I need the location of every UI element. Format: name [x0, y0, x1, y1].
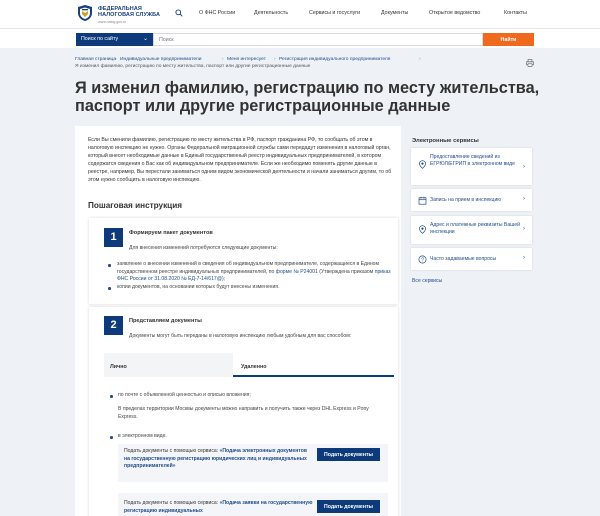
- steps-heading: Пошаговая инструкция: [88, 201, 183, 210]
- bullet-icon: [108, 287, 111, 290]
- nav-activity[interactable]: Деятельность: [254, 10, 288, 16]
- chevron-right-icon: ›: [274, 57, 276, 62]
- step-1-item-2: копии документов, на основании которых б…: [117, 284, 280, 290]
- service-1-text: Подать документы с помощью сервиса: «Под…: [124, 448, 314, 471]
- chevron-right-icon: ›: [222, 57, 224, 62]
- location-pin-icon: [419, 225, 426, 234]
- logo-url: www.nalog.gov.ru: [98, 20, 127, 24]
- remote-item-electronic: в электронном виде.: [118, 433, 167, 439]
- bullet-icon: [110, 436, 113, 439]
- chevron-right-icon: ›: [523, 255, 525, 261]
- step-1-number: 1: [104, 228, 123, 247]
- tab-personal[interactable]: Лично: [110, 364, 127, 370]
- intro-text: Если Вы сменили фамилию, регистрацию по …: [88, 137, 392, 183]
- chevron-right-icon: ›: [523, 226, 525, 232]
- sidebar-item-appointment-label: Запись на прием в инспекцию: [430, 197, 502, 203]
- location-pin-icon: [419, 160, 426, 169]
- remote-item-mail: по почте с объявленной ценностью и опись…: [118, 392, 251, 398]
- nav-open-agency[interactable]: Открытое ведомство: [429, 10, 480, 16]
- breadcrumb-current: Я изменил фамилию, регистрацию по месту …: [75, 64, 311, 69]
- chevron-right-icon: ›: [419, 57, 421, 62]
- breadcrumb-home[interactable]: Главная страница: [75, 57, 116, 62]
- print-icon[interactable]: [526, 59, 534, 67]
- form-p24001-link[interactable]: форме № Р24001: [276, 269, 318, 275]
- sidebar-item-faq-label: Часто задаваемые вопросы: [430, 256, 497, 262]
- search-input[interactable]: [153, 33, 483, 46]
- search-button[interactable]: Найти: [483, 33, 534, 46]
- step-2-lead: Документы могут быть переданы в налогову…: [129, 333, 352, 339]
- nav-services[interactable]: Сервисы и госуслуги: [309, 10, 360, 16]
- step-2-title: Представляем документы: [129, 318, 202, 324]
- service-1-prefix: Подать документы с помощью сервиса:: [124, 448, 220, 454]
- logo-line2: НАЛОГОВАЯ СЛУЖБА: [98, 12, 161, 18]
- sidebar-item-egrip-label: Предоставление сведений из ЕГРЮЛ/ЕГРИП в…: [430, 154, 515, 167]
- sidebar-item-address-label: Адрес и платежные реквизиты Вашей инспек…: [430, 222, 520, 235]
- page-title: Я изменил фамилию, регистрацию по месту …: [75, 79, 540, 115]
- chevron-right-icon: ›: [115, 57, 117, 62]
- service-2-text: Подать документы с помощью сервиса: «Под…: [124, 500, 314, 515]
- remote-item-mail-note: В пределах территории Москвы документы м…: [118, 406, 369, 420]
- step-1-lead: Для внесения изменений потребуются следу…: [129, 245, 278, 251]
- calendar-icon: [418, 196, 427, 205]
- nav-contacts[interactable]: Контакты: [504, 10, 527, 16]
- submit-documents-button-2[interactable]: Подать документы: [317, 500, 380, 513]
- step-1-item-1: заявление о внесении изменений в сведени…: [117, 261, 392, 284]
- breadcrumb-registration[interactable]: Регистрация индивидуального предпринимат…: [279, 57, 390, 62]
- fns-logo-icon[interactable]: [76, 4, 94, 22]
- search-icon[interactable]: [175, 9, 183, 17]
- bullet-icon: [110, 395, 113, 398]
- logo-text[interactable]: ФЕДЕРАЛЬНАЯ НАЛОГОВАЯ СЛУЖБА www.nalog.g…: [98, 6, 160, 25]
- chevron-down-icon: ⌄: [142, 36, 148, 42]
- step-1-title: Формируем пакет документов: [129, 230, 213, 236]
- search-scope-select[interactable]: Поиск по сайту ⌄: [76, 33, 153, 46]
- svg-text:?: ?: [421, 257, 424, 263]
- bullet-icon: [108, 264, 111, 267]
- sidebar-heading: Электронные сервисы: [412, 138, 479, 144]
- step-1-item-1-text-c: );: [221, 276, 226, 283]
- breadcrumb-ip[interactable]: Индивидуальные предприниматели: [120, 57, 201, 62]
- submit-documents-button-1[interactable]: Подать документы: [317, 448, 380, 461]
- breadcrumb-interests[interactable]: Меня интересует: [227, 57, 266, 62]
- chevron-right-icon: ›: [523, 196, 525, 202]
- service-2-prefix: Подать документы с помощью сервиса:: [124, 500, 220, 506]
- chevron-right-icon: ›: [523, 164, 525, 170]
- step-1-item-1-text-b: (Утверждена приказом: [317, 268, 375, 275]
- tab-remote[interactable]: Удаленно: [241, 364, 267, 370]
- step-2-number: 2: [104, 316, 123, 335]
- nav-about[interactable]: О ФНС России: [199, 10, 235, 16]
- question-icon: ?: [418, 255, 427, 264]
- all-services-link[interactable]: Все сервисы: [412, 278, 442, 284]
- search-scope-label: Поиск по сайту: [81, 36, 119, 42]
- nav-documents[interactable]: Документы: [381, 10, 408, 16]
